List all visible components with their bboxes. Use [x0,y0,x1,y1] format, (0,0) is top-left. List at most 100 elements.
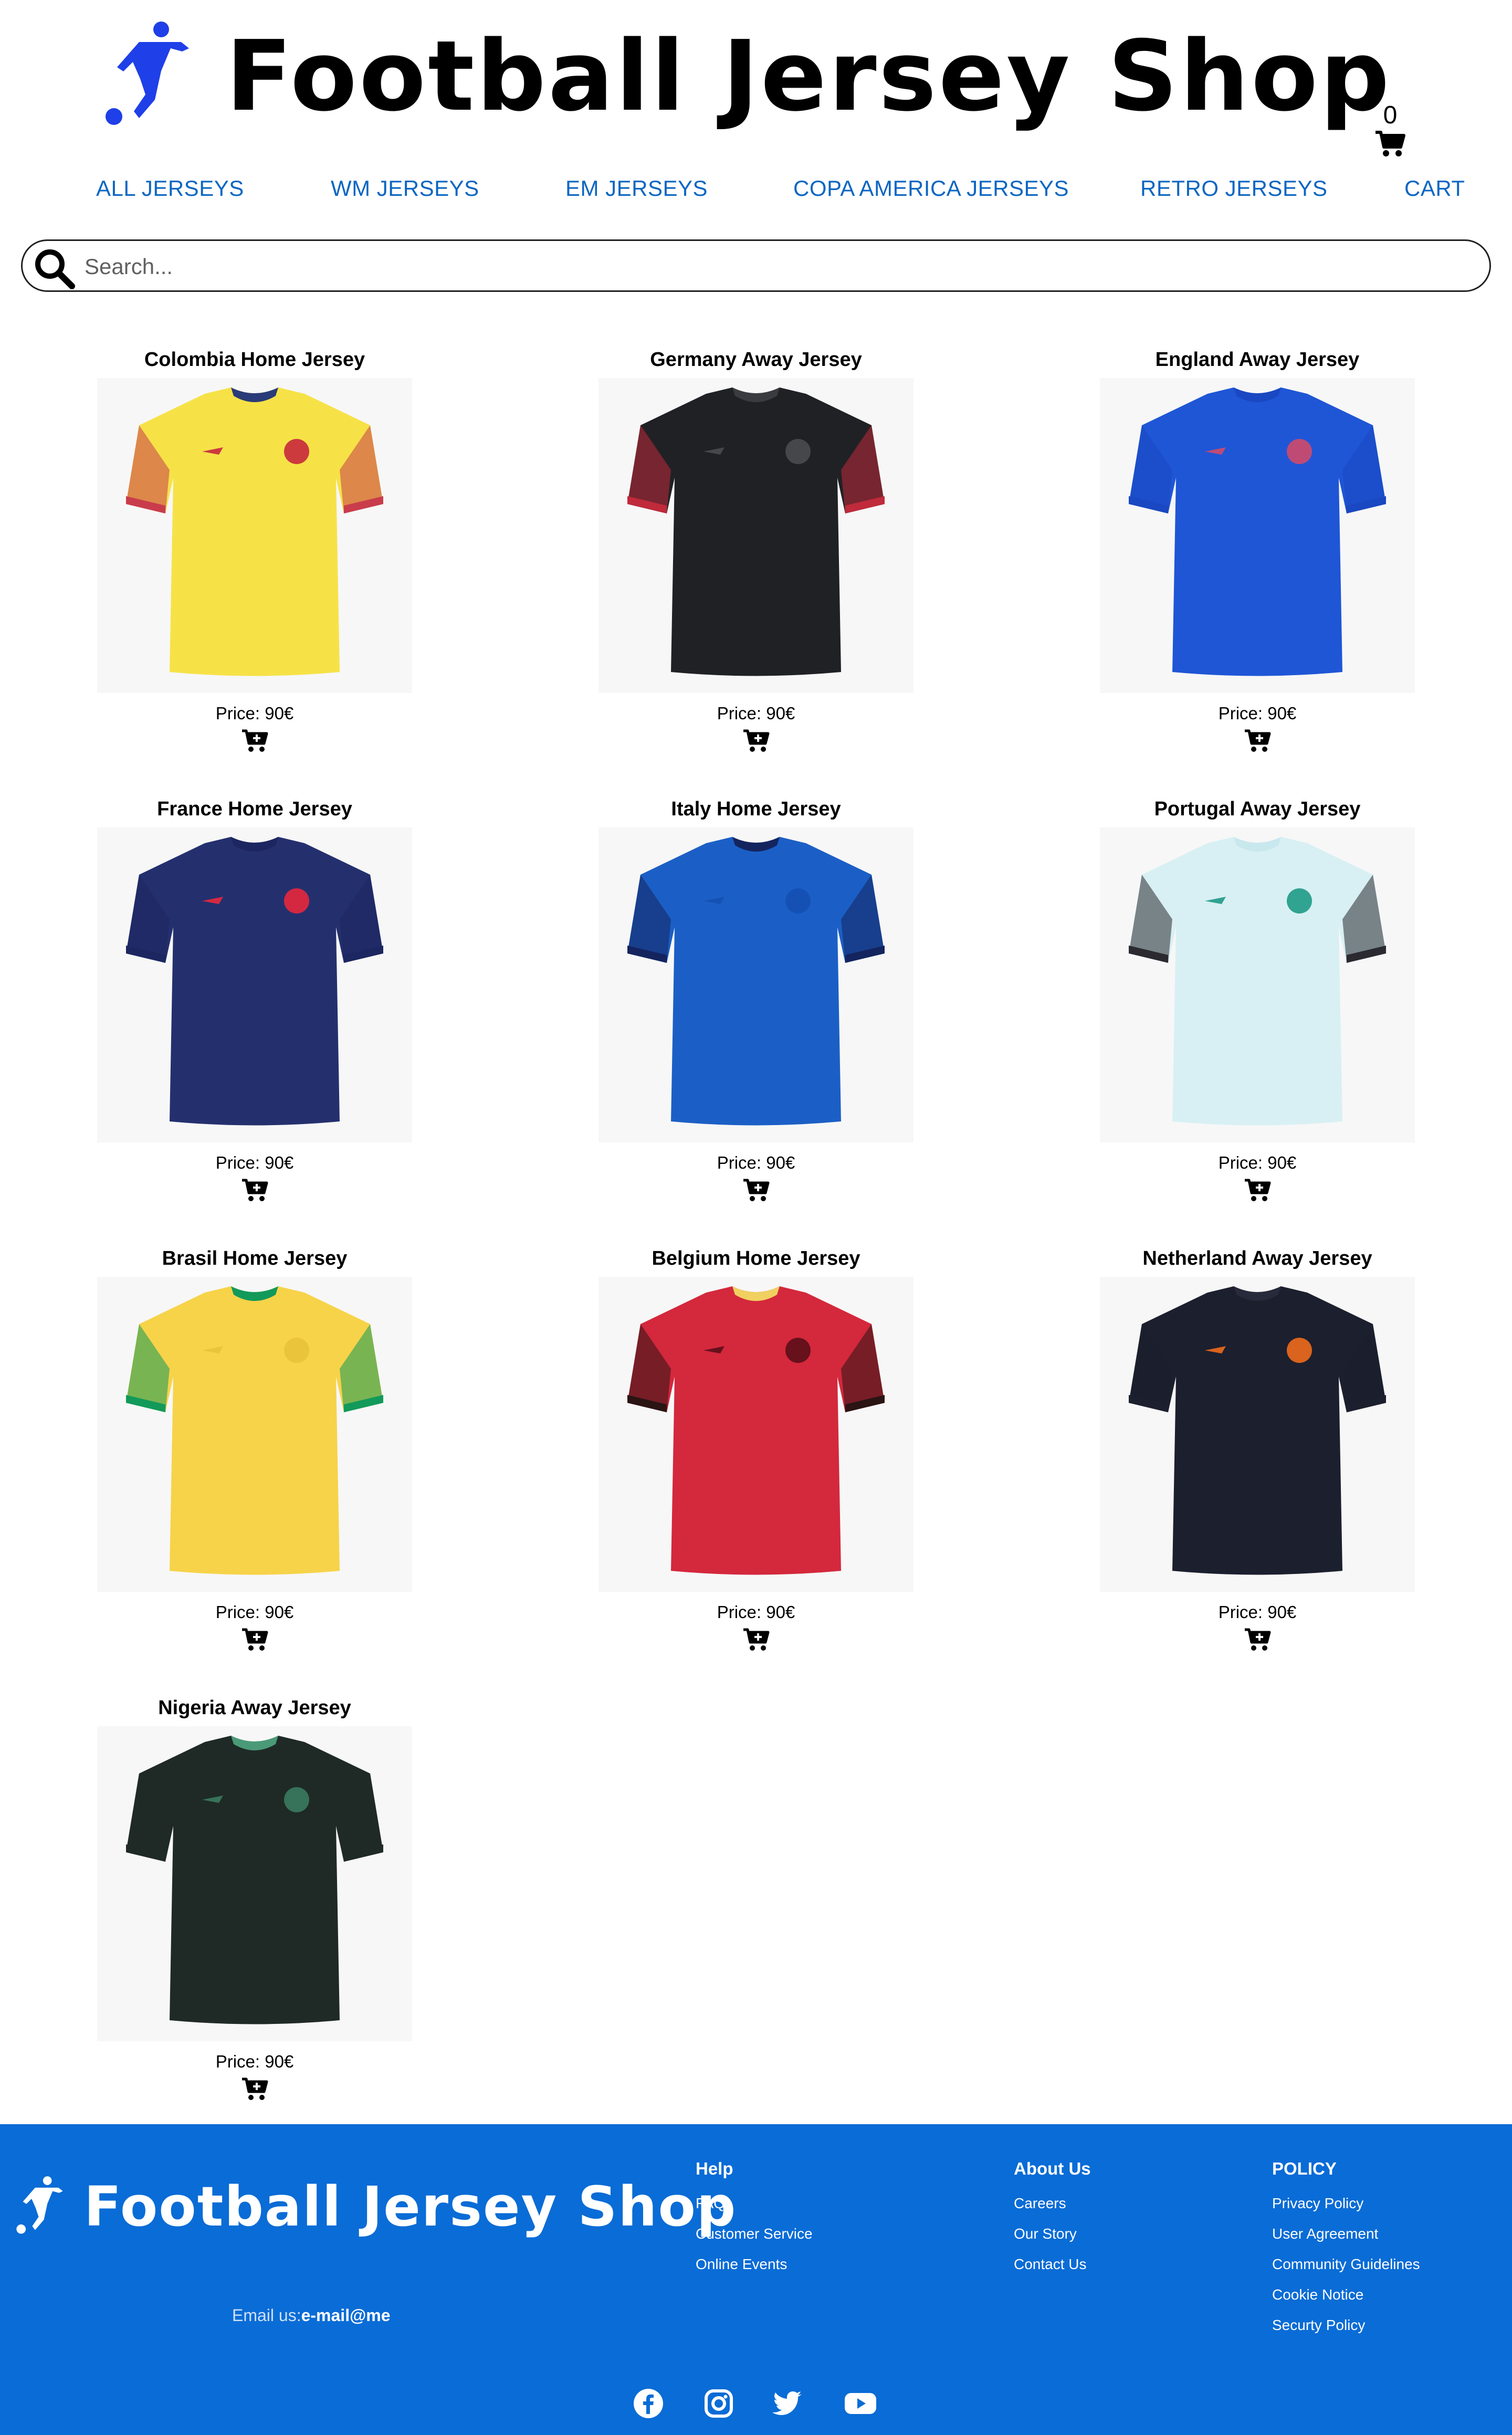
product-image[interactable] [97,1277,412,1592]
search-input[interactable] [85,250,1450,283]
cart-count: 0 [1383,101,1398,129]
jersey-image [126,387,383,676]
add-to-cart-icon[interactable] [1244,1178,1271,1202]
footer-link-security-policy[interactable]: Securty Policy [1272,2310,1420,2340]
nav-cart[interactable]: CART [1404,176,1465,201]
nav-retro-jerseys[interactable]: RETRO JERSEYS [1140,176,1328,201]
add-to-cart-icon[interactable] [742,1628,770,1652]
main-nav: ALL JERSEYS WM JERSEYS EM JERSEYS COPA A… [0,176,1512,207]
footballer-logo-icon [106,22,189,125]
footer-link-user-agreement[interactable]: User Agreement [1272,2219,1420,2249]
jersey-image [1129,387,1386,676]
product-price: Price: 90€ [717,1153,795,1172]
product-title[interactable]: England Away Jersey [1095,347,1420,373]
header-cart[interactable]: 0 [1374,103,1406,160]
footer-link-faq[interactable]: FAQ [696,2188,813,2219]
search-icon[interactable] [32,246,76,290]
footer-link-customer-service[interactable]: Customer Service [696,2219,813,2249]
footer-col-about: About Us Careers Our Story Contact Us [1014,2157,1091,2280]
social-links [0,2387,1512,2420]
product-price: Price: 90€ [215,704,294,723]
instagram-icon[interactable] [702,2387,736,2420]
product-image[interactable] [97,1726,412,2041]
product-title[interactable]: Colombia Home Jersey [92,347,417,373]
product-card[interactable]: Belgium Home Jersey Price: 90€ [593,1245,919,1652]
footer-link-careers[interactable]: Careers [1014,2188,1091,2219]
product-image[interactable] [598,827,914,1142]
product-title[interactable]: Italy Home Jersey [593,796,919,822]
footer-link-contact-us[interactable]: Contact Us [1014,2249,1091,2280]
product-card[interactable]: Brasil Home Jersey Price: 90€ [92,1245,417,1652]
product-image[interactable] [1100,827,1415,1142]
footer-col-help: Help FAQ Customer Service Online Events [696,2157,813,2280]
footer-link-online-events[interactable]: Online Events [696,2249,813,2280]
product-image[interactable] [97,378,412,693]
footer-link-community-guidelines[interactable]: Community Guidelines [1272,2249,1420,2280]
product-price: Price: 90€ [215,1602,294,1622]
product-card[interactable]: Netherland Away Jersey Price: 90€ [1095,1245,1420,1652]
footer-col-title: About Us [1014,2159,1091,2178]
shopping-cart-icon [1376,131,1405,156]
jersey-image [627,837,885,1126]
product-title[interactable]: Brasil Home Jersey [92,1245,417,1272]
footer-col-policy: POLICY Privacy Policy User Agreement Com… [1272,2157,1420,2340]
footer-col-title: POLICY [1272,2159,1337,2178]
footer-col-title: Help [696,2159,733,2178]
product-price: Price: 90€ [1218,704,1297,723]
product-card[interactable]: Germany Away Jersey Price: 90€ [593,347,919,753]
add-to-cart-icon[interactable] [241,1178,268,1202]
footer-link-cookie-notice[interactable]: Cookie Notice [1272,2280,1420,2310]
add-to-cart-icon[interactable] [742,1178,770,1202]
product-price: Price: 90€ [215,2052,294,2071]
email-link[interactable]: e-mail@me [301,2306,391,2325]
jersey-image [126,1736,383,2024]
product-title[interactable]: Portugal Away Jersey [1095,796,1420,822]
footer-logo[interactable]: Football Jersey Shop [15,2175,737,2239]
jersey-image [126,837,383,1126]
product-title[interactable]: France Home Jersey [92,796,417,822]
product-card[interactable]: England Away Jersey Price: 90€ [1095,347,1420,753]
jersey-image [627,387,885,676]
footer-brand: Football Jersey Shop [84,2175,737,2239]
search-bar [21,239,1491,292]
nav-em-jerseys[interactable]: EM JERSEYS [565,176,708,201]
product-title[interactable]: Belgium Home Jersey [593,1245,919,1272]
footer-email: Email us:e-mail@me [232,2306,391,2325]
product-price: Price: 90€ [717,704,795,723]
product-price: Price: 90€ [215,1153,294,1172]
jersey-image [1129,1286,1386,1575]
product-price: Price: 90€ [1218,1153,1297,1172]
email-label: Email us: [232,2306,301,2325]
product-card[interactable]: Colombia Home Jersey Price: 90€ [92,347,417,753]
add-to-cart-icon[interactable] [1244,729,1271,753]
add-to-cart-icon[interactable] [1244,1628,1271,1652]
jersey-image [1129,837,1386,1126]
nav-copa-america-jerseys[interactable]: COPA AMERICA JERSEYS [793,176,1069,201]
add-to-cart-icon[interactable] [241,2077,268,2101]
nav-all-jerseys[interactable]: ALL JERSEYS [96,176,244,201]
product-image[interactable] [1100,378,1415,693]
nav-wm-jerseys[interactable]: WM JERSEYS [331,176,479,201]
product-image[interactable] [598,1277,914,1592]
jersey-image [126,1286,383,1575]
product-card[interactable]: Portugal Away Jersey Price: 90€ [1095,796,1420,1202]
site-footer: Football Jersey Shop Email us:e-mail@me … [0,2124,1512,2435]
product-card[interactable]: France Home Jersey Price: 90€ [92,796,417,1202]
footer-link-our-story[interactable]: Our Story [1014,2219,1091,2249]
product-image[interactable] [1100,1277,1415,1592]
product-title[interactable]: Netherland Away Jersey [1095,1245,1420,1272]
site-logo[interactable]: Football Jersey Shop [102,16,1392,137]
twitter-icon[interactable] [771,2387,805,2420]
product-card[interactable]: Italy Home Jersey Price: 90€ [593,796,919,1202]
product-card[interactable]: Nigeria Away Jersey Price: 90€ [92,1695,417,2101]
add-to-cart-icon[interactable] [742,729,770,753]
youtube-icon[interactable] [844,2387,877,2420]
product-image[interactable] [97,827,412,1142]
product-title[interactable]: Nigeria Away Jersey [92,1695,417,1721]
facebook-icon[interactable] [632,2387,665,2420]
add-to-cart-icon[interactable] [241,1628,268,1652]
product-image[interactable] [598,378,914,693]
footer-link-privacy-policy[interactable]: Privacy Policy [1272,2188,1420,2219]
add-to-cart-icon[interactable] [241,729,268,753]
product-title[interactable]: Germany Away Jersey [593,347,919,373]
